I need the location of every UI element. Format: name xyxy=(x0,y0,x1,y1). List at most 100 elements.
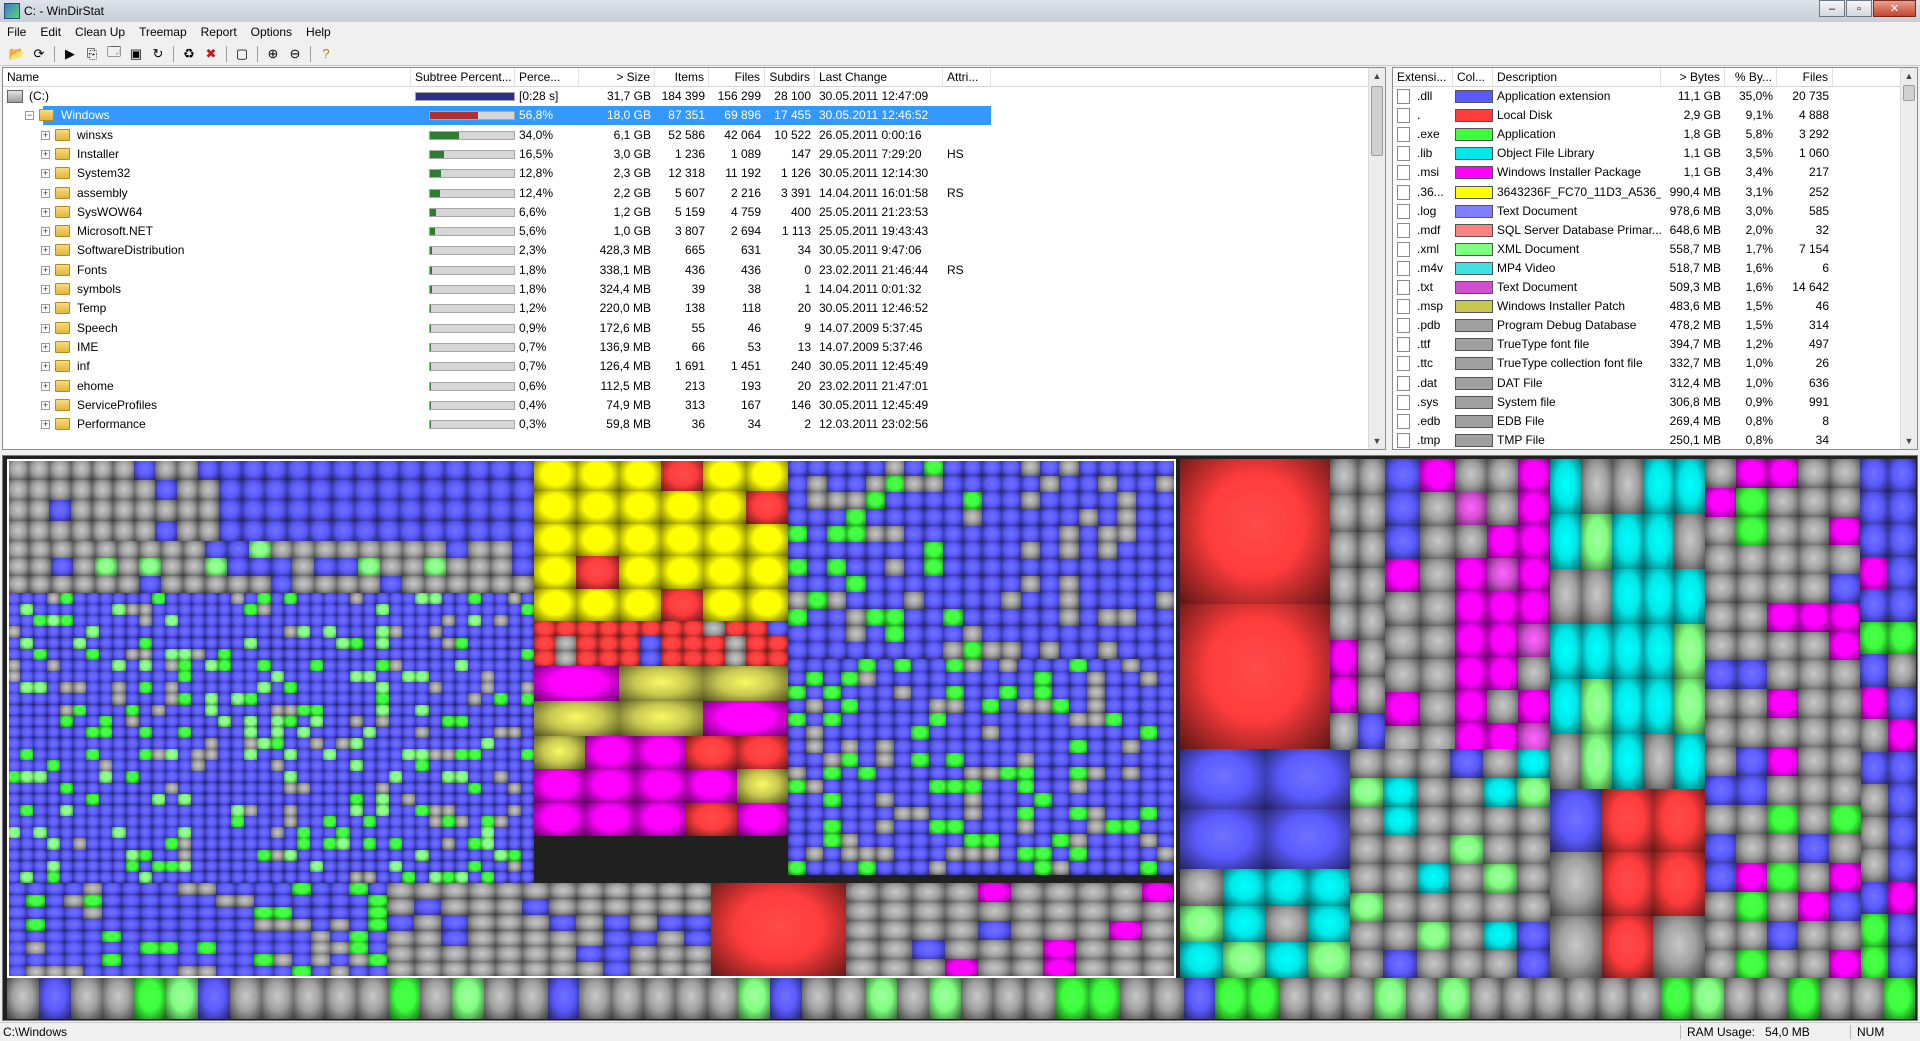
treemap-file-tile[interactable] xyxy=(7,593,21,605)
treemap-file-tile[interactable] xyxy=(788,625,808,643)
treemap-file-tile[interactable] xyxy=(1705,545,1737,575)
treemap-file-tile[interactable] xyxy=(415,637,430,650)
treemap-file-tile[interactable] xyxy=(805,793,824,808)
treemap-file-tile[interactable] xyxy=(273,918,293,931)
treemap-file-tile[interactable] xyxy=(520,738,535,750)
treemap-file-tile[interactable] xyxy=(33,626,48,639)
treemap-file-tile[interactable] xyxy=(270,615,285,627)
treemap-file-tile[interactable] xyxy=(1533,978,1566,1019)
treemap-file-tile[interactable] xyxy=(1486,525,1519,559)
treemap-file-tile[interactable] xyxy=(1705,950,1737,980)
treemap-file-tile[interactable] xyxy=(7,860,21,873)
treemap-file-tile[interactable] xyxy=(292,966,312,979)
treemap-file-tile[interactable] xyxy=(481,704,495,717)
treemap-file-tile[interactable] xyxy=(151,626,166,639)
treemap-file-tile[interactable] xyxy=(858,833,877,848)
treemap-file-tile[interactable] xyxy=(217,760,232,772)
treemap-file-tile[interactable] xyxy=(1860,881,1888,915)
treemap-file-tile[interactable] xyxy=(885,542,905,560)
treemap-file-tile[interactable] xyxy=(257,849,271,862)
treemap-file-tile[interactable] xyxy=(112,704,127,717)
treemap-file-tile[interactable] xyxy=(49,459,72,480)
treemap-file-tile[interactable] xyxy=(1180,809,1266,870)
treemap-block[interactable] xyxy=(534,459,789,622)
treemap-file-tile[interactable] xyxy=(138,871,153,884)
treemap-file-tile[interactable] xyxy=(165,749,179,761)
treemap-file-tile[interactable] xyxy=(46,615,61,627)
treemap-file-tile[interactable] xyxy=(1155,642,1176,660)
treemap-file-tile[interactable] xyxy=(481,816,495,828)
treemap-file-tile[interactable] xyxy=(349,715,364,728)
treemap-file-tile[interactable] xyxy=(441,871,456,884)
treemap-file-tile[interactable] xyxy=(1059,592,1079,610)
treemap-file-tile[interactable] xyxy=(20,637,34,650)
treemap-file-tile[interactable] xyxy=(1612,734,1644,790)
treemap-file-tile[interactable] xyxy=(7,827,21,839)
expand-icon[interactable]: + xyxy=(41,130,50,140)
treemap-file-tile[interactable] xyxy=(59,827,74,839)
treemap-file-tile[interactable] xyxy=(1122,739,1141,754)
treemap-file-tile[interactable] xyxy=(414,898,442,916)
treemap-file-tile[interactable] xyxy=(428,593,443,605)
treemap-file-tile[interactable] xyxy=(244,615,258,627)
treemap-file-tile[interactable] xyxy=(1350,835,1384,865)
treemap-file-tile[interactable] xyxy=(805,860,824,875)
treemap-file-tile[interactable] xyxy=(1051,739,1070,754)
treemap-file-tile[interactable] xyxy=(336,558,359,577)
treemap-file-tile[interactable] xyxy=(72,659,87,672)
treemap-file-tile[interactable] xyxy=(197,930,217,943)
treemap-file-tile[interactable] xyxy=(911,699,930,714)
treemap-file-tile[interactable] xyxy=(7,682,21,694)
treemap-file-tile[interactable] xyxy=(875,793,895,808)
treemap-file-tile[interactable] xyxy=(20,760,34,772)
treemap-file-tile[interactable] xyxy=(1420,625,1456,660)
treemap-file-tile[interactable] xyxy=(1222,905,1266,943)
treemap-file-tile[interactable] xyxy=(428,738,443,750)
treemap-file-tile[interactable] xyxy=(807,625,828,643)
treemap-file-tile[interactable] xyxy=(1136,592,1157,610)
treemap-file-tile[interactable] xyxy=(1887,719,1916,752)
treemap-file-tile[interactable] xyxy=(1020,592,1041,610)
treemap-file-tile[interactable] xyxy=(1117,459,1137,477)
menu-file[interactable]: File xyxy=(0,25,33,39)
treemap-file-tile[interactable] xyxy=(1860,654,1888,687)
treemap-file-tile[interactable] xyxy=(454,838,469,851)
treemap-file-tile[interactable] xyxy=(160,541,184,559)
treemap-file-tile[interactable] xyxy=(191,760,206,772)
treemap-file-tile[interactable] xyxy=(428,838,443,851)
treemap-file-tile[interactable] xyxy=(1350,749,1384,779)
treemap-file-tile[interactable] xyxy=(362,838,377,851)
treemap-file-tile[interactable] xyxy=(217,615,232,627)
treemap-file-tile[interactable] xyxy=(86,682,100,694)
treemap-file-tile[interactable] xyxy=(244,871,258,884)
treemap-file-tile[interactable] xyxy=(1039,475,1060,493)
treemap-file-tile[interactable] xyxy=(1109,883,1143,903)
treemap-file-tile[interactable] xyxy=(520,749,535,761)
treemap-file-tile[interactable] xyxy=(788,492,808,510)
tree-row[interactable]: + Fonts 1,8% 338,1 MB 436 436 0 23.02.2011 21:4… xyxy=(3,261,1385,280)
treemap-file-tile[interactable] xyxy=(376,479,400,501)
treemap-file-tile[interactable] xyxy=(159,966,179,979)
treemap-file-tile[interactable] xyxy=(20,771,34,784)
treemap-file-tile[interactable] xyxy=(257,648,271,661)
treemap-file-tile[interactable] xyxy=(1051,847,1070,862)
treemap-file-tile[interactable] xyxy=(1051,672,1070,687)
treemap-file-tile[interactable] xyxy=(1097,625,1118,643)
treemap-file-tile[interactable] xyxy=(885,459,905,477)
treemap-file-tile[interactable] xyxy=(151,816,166,828)
treemap-file-tile[interactable] xyxy=(928,766,947,781)
treemap-file-tile[interactable] xyxy=(1860,491,1888,525)
treemap-file-tile[interactable] xyxy=(555,621,577,637)
treemap-file-tile[interactable] xyxy=(1122,833,1141,848)
treemap-file-tile[interactable] xyxy=(962,492,983,510)
treemap-file-tile[interactable] xyxy=(336,682,351,694)
treemap-file-tile[interactable] xyxy=(402,749,416,761)
treemap-file-tile[interactable] xyxy=(217,659,232,672)
treemap-file-tile[interactable] xyxy=(962,542,983,560)
treemap-file-tile[interactable] xyxy=(72,704,87,717)
treemap-file-tile[interactable] xyxy=(858,739,877,754)
treemap-file-tile[interactable] xyxy=(314,575,337,594)
treemap-file-tile[interactable] xyxy=(1798,892,1830,922)
treemap-file-tile[interactable] xyxy=(981,753,1000,767)
treemap-file-tile[interactable] xyxy=(1043,921,1077,941)
